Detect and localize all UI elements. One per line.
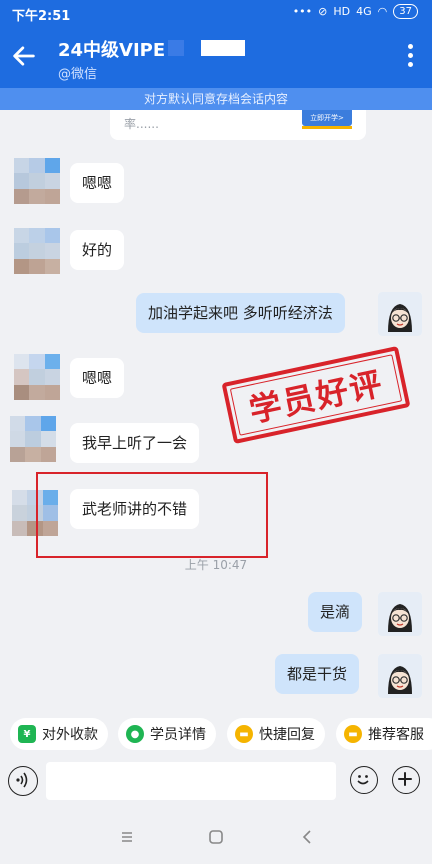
teacher-avatar[interactable] bbox=[378, 654, 422, 698]
status-icons: ••• ⊘ HD 4G ◠ 37 bbox=[293, 4, 418, 19]
redacted-mosaic bbox=[168, 40, 184, 56]
signal-icon: 4G bbox=[356, 5, 372, 18]
hd-icon: HD bbox=[333, 5, 351, 18]
quick-action-label: 对外收款 bbox=[42, 727, 98, 743]
user-icon: ● bbox=[126, 725, 144, 743]
message-timestamp: 上午 10:47 bbox=[184, 558, 248, 572]
plus-icon[interactable] bbox=[392, 766, 420, 794]
quick-action-payment[interactable]: ¥ 对外收款 bbox=[10, 718, 108, 750]
course-card[interactable]: 率...... 立即开学> bbox=[110, 110, 366, 140]
back-icon[interactable] bbox=[296, 826, 318, 848]
wifi-icon: ◠ bbox=[377, 5, 388, 18]
dots-icon: ••• bbox=[292, 5, 313, 18]
cartoon-teacher-icon bbox=[378, 592, 422, 636]
add-icon bbox=[398, 772, 412, 786]
status-bar: 下午2:51 ••• ⊘ HD 4G ◠ 37 bbox=[0, 0, 432, 26]
menu-icon[interactable] bbox=[116, 826, 138, 848]
smiley-face-icon bbox=[357, 775, 369, 785]
teacher-avatar[interactable] bbox=[378, 592, 422, 636]
contact-avatar[interactable] bbox=[14, 354, 60, 400]
quick-action-recommend-service[interactable]: ▬ 推荐客服 bbox=[336, 718, 432, 750]
stamp-text: 学员好评 bbox=[245, 364, 387, 430]
archive-notice: 对方默认同意存档会话内容 bbox=[0, 88, 432, 110]
redacted-block bbox=[201, 40, 245, 56]
battery-icon: 37 bbox=[393, 4, 418, 19]
cartoon-teacher-icon bbox=[378, 292, 422, 336]
quick-actions-bar: ¥ 对外收款 ● 学员详情 ▬ 快捷回复 ▬ 推荐客服 bbox=[0, 712, 432, 758]
my-message-bubble[interactable]: 都是干货 bbox=[275, 654, 360, 694]
emoji-icon[interactable] bbox=[350, 766, 378, 794]
message-input-bar bbox=[0, 758, 432, 808]
teacher-avatar[interactable] bbox=[378, 292, 422, 336]
my-message-bubble[interactable]: 加油学起来吧 多听听经济法 bbox=[136, 293, 345, 333]
highlight-box bbox=[36, 472, 268, 558]
yen-icon: ¥ bbox=[18, 725, 36, 743]
quick-action-label: 学员详情 bbox=[150, 727, 206, 743]
voice-input-icon[interactable] bbox=[8, 766, 38, 796]
message-bubble[interactable]: 嗯嗯 bbox=[70, 358, 125, 398]
quick-action-label: 推荐客服 bbox=[368, 727, 424, 743]
review-stamp: 学员好评 bbox=[221, 345, 411, 445]
course-card-button[interactable]: 立即开学> bbox=[302, 110, 352, 129]
message-bubble[interactable]: 嗯嗯 bbox=[70, 163, 125, 203]
contact-avatar[interactable] bbox=[10, 416, 56, 462]
home-icon[interactable] bbox=[205, 826, 227, 848]
service-icon: ▬ bbox=[344, 725, 362, 743]
quick-action-student-details[interactable]: ● 学员详情 bbox=[118, 718, 216, 750]
status-time: 下午2:51 bbox=[12, 9, 71, 24]
quick-action-quick-reply[interactable]: ▬ 快捷回复 bbox=[227, 718, 325, 750]
app-bar: 24中级VIPE @微信 bbox=[0, 26, 432, 88]
message-bubble[interactable]: 我早上听了一会 bbox=[70, 423, 200, 463]
course-card-text: 率...... bbox=[124, 117, 159, 131]
cartoon-teacher-icon bbox=[378, 654, 422, 698]
more-options-icon[interactable] bbox=[406, 44, 414, 72]
system-nav-bar bbox=[0, 808, 432, 864]
my-message-bubble[interactable]: 是滴 bbox=[308, 592, 363, 632]
mute-icon: ⊘ bbox=[318, 5, 328, 18]
quick-action-label: 快捷回复 bbox=[259, 727, 315, 743]
chat-subtitle: @微信 bbox=[58, 67, 98, 82]
sound-waves-icon bbox=[16, 772, 28, 788]
back-arrow-icon[interactable] bbox=[10, 42, 38, 70]
chat-title: 24中级VIPE bbox=[58, 40, 166, 61]
message-bubble[interactable]: 好的 bbox=[70, 230, 125, 270]
message-input[interactable] bbox=[46, 762, 336, 800]
contact-avatar[interactable] bbox=[14, 228, 60, 274]
chat-icon: ▬ bbox=[235, 725, 253, 743]
contact-avatar[interactable] bbox=[14, 158, 60, 204]
